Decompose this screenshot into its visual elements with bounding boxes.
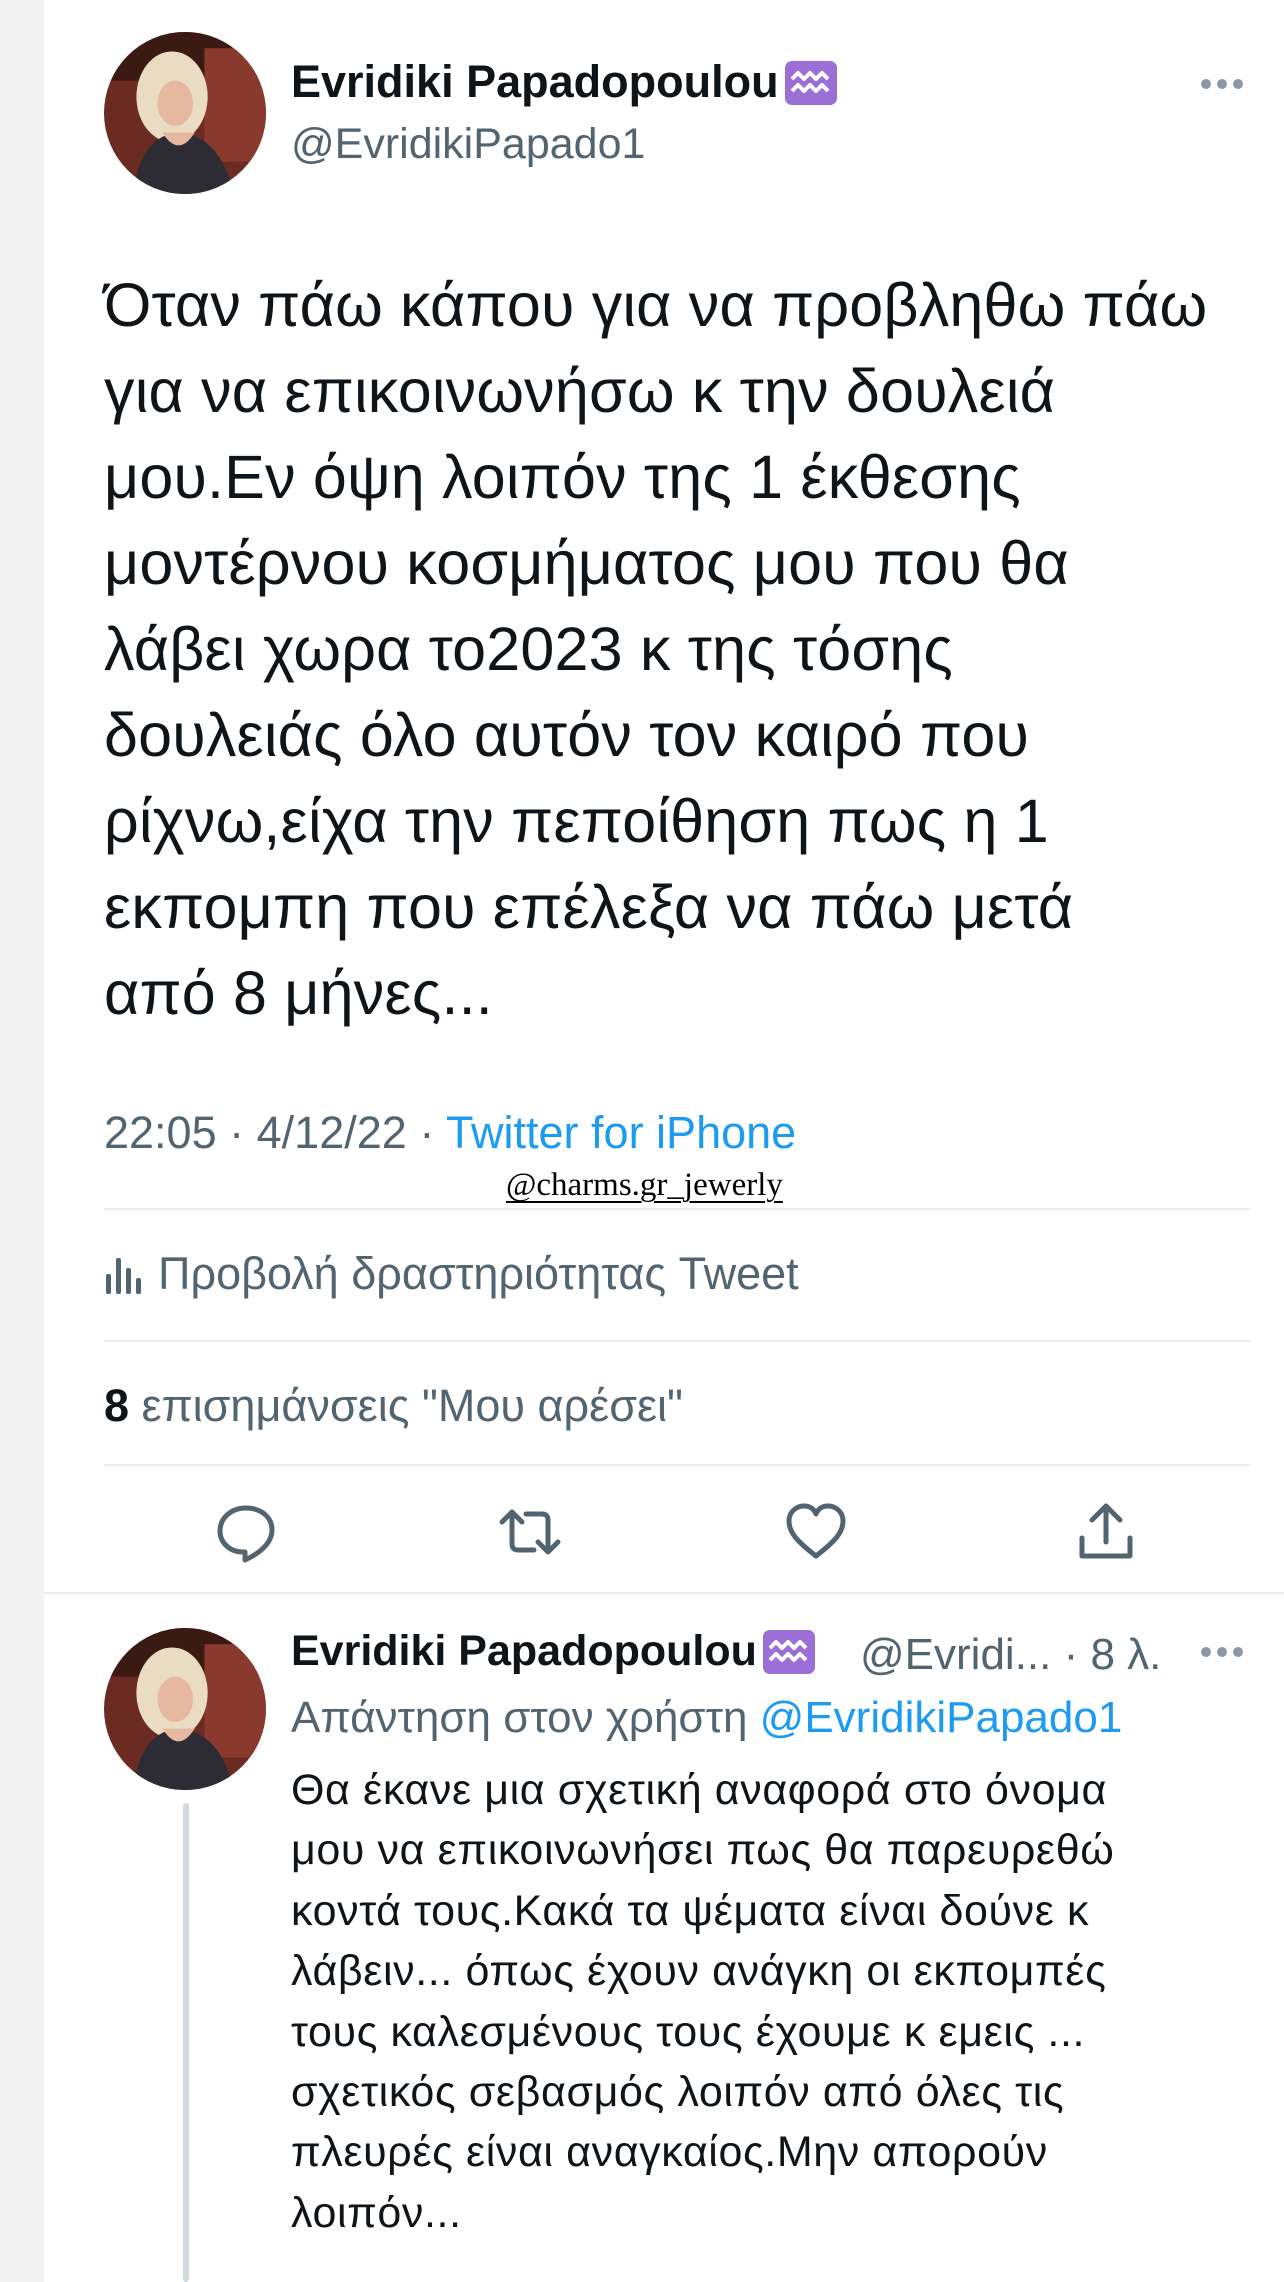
- divider: [104, 1464, 1250, 1466]
- reply-more-options-icon[interactable]: [1200, 1644, 1244, 1660]
- reply-time[interactable]: · 8 λ.: [1064, 1630, 1162, 1679]
- heart-icon: [786, 1503, 846, 1559]
- reply-text-line: πλευρές είναι αναγκαίος.Μην απορούν: [291, 2128, 1048, 2177]
- tweet-text-line: εκπομπη που επέλεξα να πάω μετά: [104, 873, 1074, 941]
- reply-text-line: κοντά τους.Κακά τα ψέματα είναι δούνε κ: [291, 1886, 1090, 1935]
- tweet-text-line: δουλειάς όλο αυτόν τον καιρό που: [104, 701, 1030, 769]
- reply-author-name[interactable]: Evridiki Papadopoulou: [291, 1624, 817, 1678]
- reply-author-avatar[interactable]: [104, 1628, 266, 1790]
- reply-text-line: τους καλεσμένους τους έχουμε κ εμεις ...: [291, 2007, 1086, 2056]
- retweet-icon: [499, 1509, 561, 1555]
- meta-separator: ·: [229, 1107, 245, 1158]
- replying-to: Απάντηση στον χρήστη @EvridikiPapado1: [291, 1690, 1122, 1746]
- author-handle[interactable]: @EvridikiPapado1: [291, 118, 645, 170]
- tweet-text-line: από 8 μήνες...: [104, 959, 493, 1027]
- reply-text-line: Θα έκανε μια σχετική αναφορά στο όνομα: [291, 1766, 1108, 1814]
- reply-text-line: σχετικός σεβασμός λοιπόν από όλες τις: [291, 2068, 1065, 2117]
- tweet-text: Όταν πάω κάπου για να προβληθω πάω για ν…: [104, 262, 1244, 1036]
- thread-connector-line: [183, 1803, 189, 2282]
- reply-author-handle[interactable]: @Evridi...: [860, 1630, 1051, 1679]
- tweet-text-line: για να επικοινωνήσω κ την δουλειά: [104, 357, 1056, 425]
- aquarius-icon: [761, 1624, 817, 1678]
- likes-label: επισημάνσεις "Μου αρέσει": [141, 1380, 683, 1431]
- reply-handle-time: @Evridi... · 8 λ.: [860, 1628, 1161, 1682]
- tweet-meta: 22:05 · 4/12/22 · Twitter for iPhone: [104, 1104, 796, 1162]
- author-avatar[interactable]: [104, 32, 266, 194]
- tweet-date[interactable]: 4/12/22: [257, 1107, 407, 1158]
- tweet-text-line: Όταν πάω κάπου για να προβληθω πάω: [104, 271, 1208, 339]
- divider: [104, 1340, 1250, 1342]
- retweet-button[interactable]: [498, 1500, 562, 1564]
- overlay-mention-sticker[interactable]: @charms.gr_jewerly: [506, 1164, 783, 1206]
- aquarius-icon: [783, 55, 839, 109]
- more-options-icon[interactable]: [1200, 76, 1244, 92]
- meta-separator: ·: [419, 1107, 435, 1158]
- tweet-text-line: ρίχνω,είχα την πεποίθηση πως η 1: [104, 787, 1049, 855]
- reply-text-line: λάβειν... όπως έχουν ανάγκη οι εκπομπές: [291, 1947, 1107, 1996]
- divider: [104, 1208, 1250, 1210]
- replying-to-mention[interactable]: @EvridikiPapado1: [760, 1693, 1123, 1742]
- reply-tweet-text: Θα έκανε μια σχετική αναφορά στο όνομα μ…: [291, 1760, 1251, 2243]
- share-icon: [1079, 1503, 1133, 1559]
- likes-number: 8: [104, 1380, 130, 1431]
- replying-to-label: Απάντηση στον χρήστη: [291, 1693, 748, 1742]
- likes-count[interactable]: 8 επισημάνσεις "Μου αρέσει": [104, 1376, 683, 1436]
- tweet-time[interactable]: 22:05: [104, 1107, 217, 1158]
- share-button[interactable]: [1074, 1500, 1138, 1564]
- reply-text-line: λοιπόν...: [291, 2188, 462, 2237]
- divider: [44, 1592, 1284, 1594]
- view-activity-label: Προβολή δραστηριότητας Tweet: [158, 1248, 799, 1299]
- author-name[interactable]: Evridiki Papadopoulou: [291, 55, 839, 109]
- reply-button[interactable]: [214, 1500, 278, 1564]
- reply-icon: [217, 1505, 275, 1563]
- reply-text-line: μου να επικοινωνήσει πως θα παρευρεθώ: [291, 1826, 1115, 1875]
- view-tweet-activity-button[interactable]: Προβολή δραστηριότητας Tweet: [104, 1244, 799, 1304]
- analytics-icon: [106, 1258, 141, 1294]
- tweet-client-link[interactable]: Twitter for iPhone: [446, 1107, 796, 1158]
- like-button[interactable]: [784, 1500, 848, 1564]
- tweet-text-line: μοντέρνου κοσμήματος μου που θα: [104, 529, 1069, 597]
- tweet-text-line: λάβει χωρα το2023 κ της τόσης: [104, 615, 953, 683]
- tweet-text-line: μου.Εν όψη λοιπόν της 1 έκθεσης: [104, 443, 1021, 511]
